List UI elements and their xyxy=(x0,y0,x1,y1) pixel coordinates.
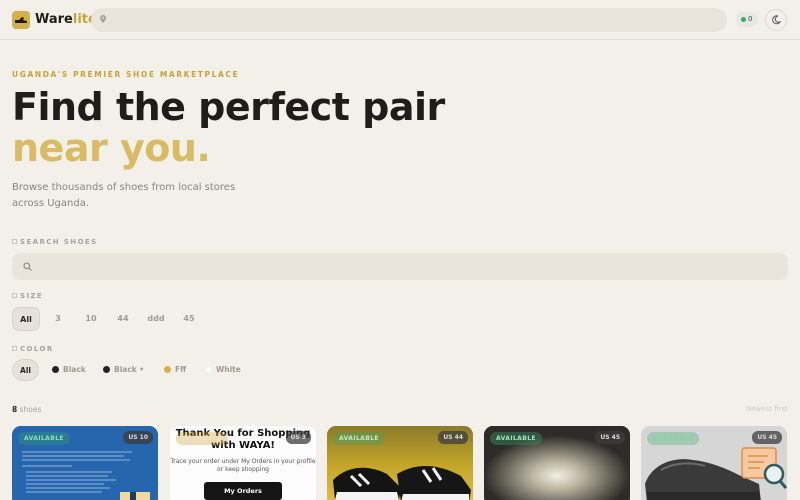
color-swatch-icon xyxy=(205,366,212,373)
color-swatch-icon xyxy=(164,366,171,373)
section-marker-icon xyxy=(12,293,17,298)
search-icon xyxy=(23,262,32,271)
product-card[interactable]: AVAILABLE US 45 xyxy=(484,426,630,500)
size-chip-ddd[interactable]: ddd xyxy=(143,307,169,331)
shoe-search-input[interactable] xyxy=(40,258,780,275)
color-chip-label: Fff xyxy=(175,365,187,374)
location-pin-icon xyxy=(100,15,106,23)
product-image-text: Trace your order under My Orders in your… xyxy=(170,458,316,473)
search-label-text: SEARCH SHOES xyxy=(20,238,98,246)
availability-badge: AVAILABLE xyxy=(18,432,70,445)
product-card[interactable]: Thank You for Shopping with WAYA! Trace … xyxy=(170,426,316,500)
location-search-bar[interactable] xyxy=(91,8,727,32)
cart-count: 0 xyxy=(748,15,753,23)
availability-badge: AVAILABLE xyxy=(490,432,542,445)
color-chip-label: Black xyxy=(63,365,86,374)
availability-badge: AVAILABLE xyxy=(333,432,385,445)
results-count-suffix: shoes xyxy=(17,405,42,414)
hero-title-line1: Find the perfect pair xyxy=(12,85,445,129)
size-badge: US 45 xyxy=(752,431,782,444)
color-chip-fff[interactable]: Fff xyxy=(164,359,186,381)
brand-name-part1: Ware xyxy=(35,12,73,27)
size-chip-3[interactable]: 3 xyxy=(47,307,69,331)
section-marker-icon xyxy=(12,346,17,351)
color-swatch-icon xyxy=(103,366,110,373)
cart-indicator[interactable]: 0 xyxy=(736,12,758,27)
size-chip-44[interactable]: 44 xyxy=(111,307,135,331)
color-section-label: COLOR xyxy=(12,345,54,353)
size-label-text: SIZE xyxy=(20,292,44,300)
hero-title-line2: near you. xyxy=(12,126,211,170)
size-badge: US 44 xyxy=(438,431,468,444)
size-chip-10[interactable]: 10 xyxy=(79,307,103,331)
results-count: 8 shoes xyxy=(12,405,41,414)
section-marker-icon xyxy=(12,239,17,244)
size-badge: US 3 xyxy=(285,431,311,444)
moon-icon xyxy=(772,15,781,25)
size-chip-all[interactable]: All xyxy=(12,307,40,331)
shoe-search-bar[interactable] xyxy=(12,253,788,280)
color-swatch-icon xyxy=(52,366,59,373)
hero-subtitle: Browse thousands of shoes from local sto… xyxy=(12,182,236,209)
color-chip-white[interactable]: White xyxy=(205,359,241,381)
search-section-label: SEARCH SHOES xyxy=(12,238,98,246)
hero-eyebrow: UGANDA'S PREMIER SHOE MARKETPLACE xyxy=(12,70,240,79)
size-badge: US 45 xyxy=(595,431,625,444)
color-chip-all[interactable]: All xyxy=(12,359,39,381)
my-orders-button: My Orders xyxy=(204,482,282,500)
status-dot-icon xyxy=(741,17,746,22)
document-search-icon xyxy=(741,447,788,489)
color-chip-label: White xyxy=(216,365,241,374)
color-chip-black[interactable]: Black xyxy=(52,359,86,381)
logo-icon[interactable] xyxy=(12,11,30,29)
color-chip-label: Black • xyxy=(114,365,145,374)
theme-toggle-button[interactable] xyxy=(765,9,787,31)
color-label-text: COLOR xyxy=(20,345,54,353)
top-header: Warelite 0 xyxy=(0,0,800,40)
availability-badge: AVAILABLE xyxy=(176,432,228,445)
color-chip-black-2[interactable]: Black • xyxy=(103,359,144,381)
product-card[interactable]: AVAILABLE US 10 xyxy=(12,426,158,500)
size-badge: US 10 xyxy=(123,431,153,444)
size-chip-45[interactable]: 45 xyxy=(177,307,201,331)
search-orders-fab[interactable] xyxy=(740,444,788,492)
sort-dropdown[interactable]: Newest first xyxy=(746,405,788,413)
availability-badge: AVAILABLE xyxy=(647,432,699,445)
location-search-input[interactable] xyxy=(113,11,713,29)
product-card[interactable]: AVAILABLE US 44 xyxy=(327,426,473,500)
brand-name[interactable]: Warelite xyxy=(35,12,97,27)
size-section-label: SIZE xyxy=(12,292,43,300)
